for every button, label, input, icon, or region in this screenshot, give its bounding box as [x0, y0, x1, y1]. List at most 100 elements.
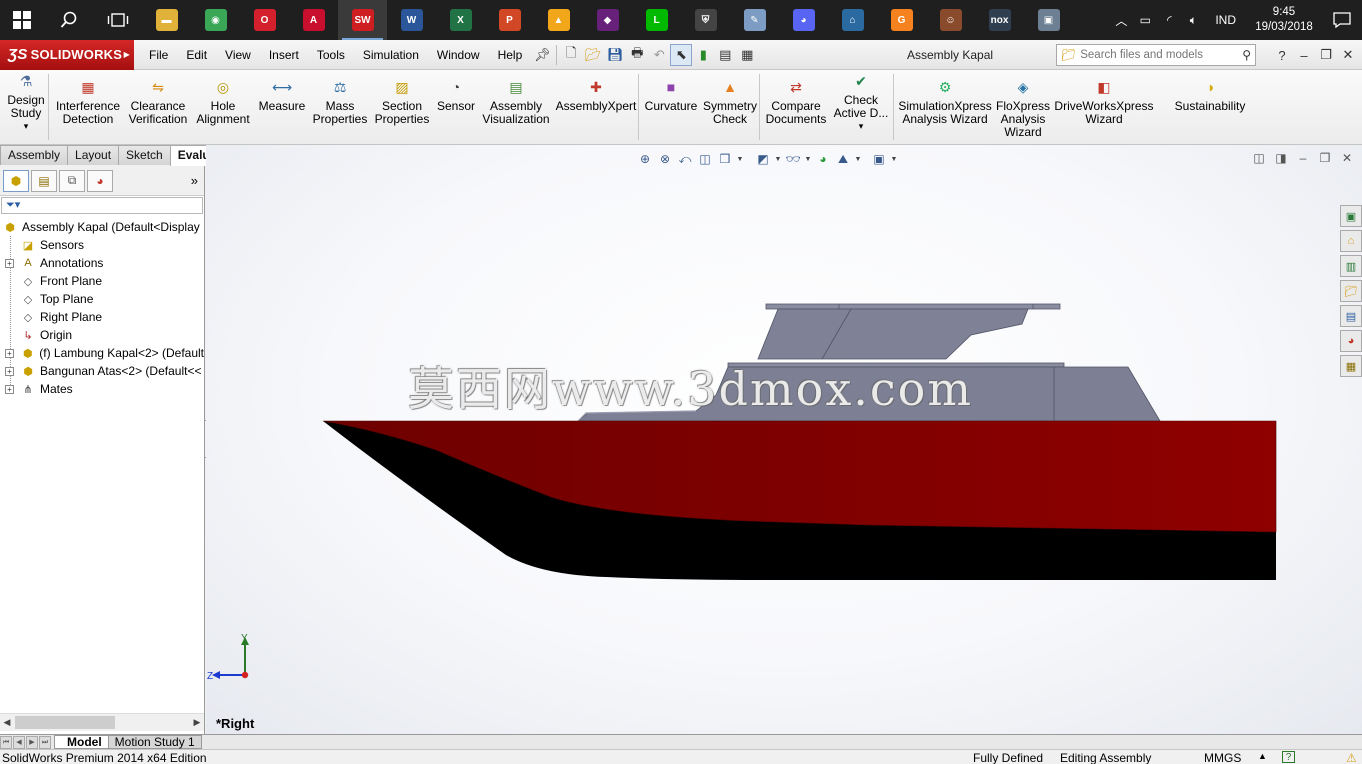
options-button[interactable]: ▦	[736, 44, 758, 66]
menu-window[interactable]: Window	[428, 40, 489, 70]
new-document-button[interactable]: 🗋︎	[560, 44, 582, 66]
tree-item[interactable]: ◪ Sensors	[0, 236, 204, 254]
input-language[interactable]: IND	[1205, 13, 1246, 27]
pin-icon[interactable]: 📌︎	[531, 44, 553, 66]
tree-item[interactable]: ◇ Right Plane	[0, 308, 204, 326]
menu-view[interactable]: View	[216, 40, 260, 70]
tree-item[interactable]: + ⋔ Mates	[0, 380, 204, 398]
restore-button[interactable]: ❐	[1316, 47, 1336, 63]
search-icon[interactable]: ⚲	[1242, 48, 1251, 62]
battery-icon[interactable]: ▭	[1133, 13, 1157, 27]
expand-panel-icon[interactable]: »	[191, 173, 198, 188]
taskbar-app-nox[interactable]: nox	[975, 0, 1024, 40]
taskbar-app-excel[interactable]: X	[436, 0, 485, 40]
menu-tools[interactable]: Tools	[308, 40, 354, 70]
close-button[interactable]: ✕	[1338, 47, 1358, 63]
menu-simulation[interactable]: Simulation	[354, 40, 428, 70]
taskbar-app-chrome[interactable]: ◉	[191, 0, 240, 40]
taskbar-app-photos[interactable]: ▣	[1024, 0, 1073, 40]
sustainability-button[interactable]: ◑ Sustainability	[1155, 78, 1265, 113]
graphics-area[interactable]: ⊕ ⊗ ⤺ ◫ ❒ ▼ ◩ ▼ 👓︎ ▼ ◕ ⛰ ▼ ▣ ▼ ◫ ◨ – ❐ ✕ ▣ ⌂ …	[206, 145, 1362, 734]
bottom-tab-model[interactable]: Model	[54, 735, 109, 749]
prev-tab-icon[interactable]: ◀	[13, 735, 25, 749]
search-files-box[interactable]: 📁︎ ⚲	[1056, 44, 1256, 66]
taskbar-app-opera[interactable]: O	[240, 0, 289, 40]
scroll-left-icon[interactable]: ◀	[0, 717, 14, 728]
configuration-manager-tab[interactable]: ⧉	[59, 169, 85, 192]
feature-manager-tab[interactable]: ⬢	[3, 169, 29, 192]
clock[interactable]: 9:45 19/03/2018	[1246, 5, 1322, 35]
tree-item[interactable]: + A Annotations	[0, 254, 204, 272]
expand-icon[interactable]: +	[5, 367, 14, 376]
scroll-right-icon[interactable]: ▶	[190, 717, 204, 728]
search-input[interactable]	[1080, 49, 1226, 61]
taskbar-app-folder[interactable]: ▬	[142, 0, 191, 40]
bottom-tab-motion-study-1[interactable]: Motion Study 1	[107, 735, 202, 749]
taskbar-app-autocad[interactable]: A	[289, 0, 338, 40]
start-button[interactable]	[0, 0, 44, 40]
tree-item[interactable]: + ⬢ Bangunan Atas<2> (Default<<	[0, 362, 204, 380]
solidworks-logo[interactable]: ƷS SOLIDWORKS ▶	[0, 39, 134, 70]
taskbar-app-game[interactable]: ☺	[926, 0, 975, 40]
tree-filter[interactable]: ⏷▾	[1, 197, 203, 214]
expand-icon[interactable]: +	[5, 349, 14, 358]
open-button[interactable]: 📂︎	[582, 44, 604, 66]
display-manager-tab[interactable]: ◕	[87, 169, 113, 192]
boat-model[interactable]	[206, 145, 1362, 734]
scrollbar-thumb[interactable]	[15, 716, 115, 729]
tree-item[interactable]: + ⬢ (f) Lambung Kapal<2> (Default	[0, 344, 204, 362]
menu-edit[interactable]: Edit	[177, 40, 216, 70]
menu-file[interactable]: File	[140, 40, 177, 70]
taskbar-app-visual-studio[interactable]: ◆	[583, 0, 632, 40]
expand-icon[interactable]: +	[5, 385, 14, 394]
chevron-right-icon: ▶	[123, 50, 130, 59]
last-tab-icon[interactable]: ⏭	[39, 735, 51, 749]
taskbar-app-powerpoint[interactable]: P	[485, 0, 534, 40]
taskbar-app-grammarly[interactable]: G	[877, 0, 926, 40]
rebuild-button[interactable]: ▮	[692, 44, 714, 66]
taskbar-app-archicad[interactable]: ▲	[534, 0, 583, 40]
tree-item[interactable]: ↳ Origin	[0, 326, 204, 344]
tree-item[interactable]: ⬢ Assembly Kapal (Default<Display	[0, 218, 204, 236]
property-manager-tab[interactable]: ▤	[31, 169, 57, 192]
minimize-button[interactable]: –	[1294, 48, 1314, 63]
chevron-up-icon[interactable]: ︿	[1109, 12, 1133, 29]
undo-button[interactable]: ↶	[648, 44, 670, 66]
file-properties-button[interactable]: ▤	[714, 44, 736, 66]
next-tab-icon[interactable]: ▶	[26, 735, 38, 749]
options-icon: ▦	[741, 46, 754, 62]
reference-triad[interactable]: Y Z	[206, 633, 266, 693]
tab-layout[interactable]: Layout	[67, 145, 120, 165]
save-button[interactable]: 💾︎	[604, 44, 626, 66]
taskbar-app-solidworks[interactable]: SW	[338, 0, 387, 40]
taskbar-app-defender[interactable]: ⛨	[681, 0, 730, 40]
help-icon[interactable]: ?	[1282, 751, 1295, 763]
volume-icon[interactable]: 🔈︎	[1181, 13, 1205, 28]
taskbar-app-paint[interactable]: ✎	[730, 0, 779, 40]
expand-icon[interactable]: +	[5, 259, 14, 268]
driveworksxpress-button[interactable]: ◧ DriveWorksXpress Wizard	[1049, 78, 1159, 126]
first-tab-icon[interactable]: ⏮	[0, 735, 12, 749]
horizontal-scrollbar[interactable]: ◀ ▶	[0, 713, 204, 731]
action-center-button[interactable]	[1322, 12, 1362, 28]
menu-insert[interactable]: Insert	[260, 40, 308, 70]
taskbar-app-word[interactable]: W	[387, 0, 436, 40]
taskbar-app-discord[interactable]: ◕	[779, 0, 828, 40]
taskbar-search-button[interactable]	[44, 0, 93, 40]
tab-assembly[interactable]: Assembly	[0, 145, 69, 165]
print-button[interactable]: 🖶︎	[626, 44, 648, 66]
select-button[interactable]: ⬉	[670, 43, 693, 66]
taskbar-app-ansys[interactable]: ⌂	[828, 0, 877, 40]
assemblyxpert-icon: ✚	[590, 78, 602, 95]
taskbar-app-line[interactable]: L	[632, 0, 681, 40]
menu-help[interactable]: Help	[489, 40, 532, 70]
tree-item[interactable]: ◇ Front Plane	[0, 272, 204, 290]
wifi-icon[interactable]: ◜	[1157, 13, 1181, 27]
chevron-up-icon[interactable]: ▲	[1258, 751, 1267, 761]
tree-item[interactable]: ◇ Top Plane	[0, 290, 204, 308]
help-icon[interactable]: ?	[1272, 48, 1292, 63]
tab-sketch[interactable]: Sketch	[118, 145, 171, 165]
task-view-button[interactable]	[93, 0, 142, 40]
warning-icon[interactable]: ⚠	[1346, 751, 1357, 764]
units-selector[interactable]: MMGS	[1204, 751, 1241, 764]
